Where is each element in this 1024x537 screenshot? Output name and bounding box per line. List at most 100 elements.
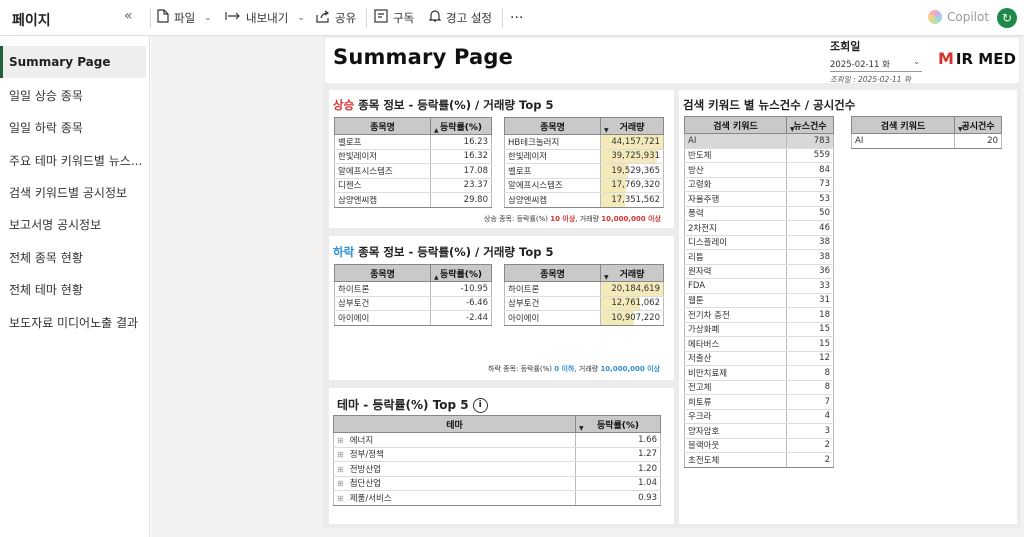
table-row[interactable]: 가상화폐 15 <box>684 322 834 337</box>
rise-section-title: 상승 종목 정보 - 등락률(%) / 거래량 Top 5 <box>333 97 553 113</box>
expand-icon[interactable]: ⊞ <box>337 479 344 488</box>
column-header[interactable]: 종목명 <box>504 264 601 282</box>
table-row[interactable]: 리튬 38 <box>684 249 834 265</box>
stock-name: 삼부토건 <box>334 296 431 311</box>
rise-volume-table: 종목명 거래량 ▼ HB테크놀러지 44,157,721 한빛레이저 39,725,9… <box>504 117 664 208</box>
table-row[interactable]: 디젠스 23.37 <box>334 178 492 193</box>
news-count: 12 <box>786 351 834 366</box>
nav-item-daily-rise[interactable]: 일일 상승 종목 <box>0 79 146 111</box>
share-button[interactable]: 공유 <box>316 0 356 36</box>
table-row[interactable]: 한빛레이저 16.32 <box>334 149 492 164</box>
table-row[interactable]: 풍력 50 <box>684 206 834 221</box>
table-row[interactable]: HB테크놀러지 44,157,721 <box>504 134 664 150</box>
nav-item-all-stocks[interactable]: 전체 종목 현황 <box>0 241 146 273</box>
date-filter-dropdown[interactable]: 2025-02-11 화 ⌄ <box>830 56 922 72</box>
table-row[interactable]: 메타버스 15 <box>684 336 834 352</box>
table-row[interactable]: ⊞ 에너지 1.66 <box>333 432 661 448</box>
more-options-button[interactable]: ··· <box>510 0 523 36</box>
subscribe-button[interactable]: 구독 <box>374 0 414 36</box>
table-row[interactable]: 삼양엔씨켐 29.80 <box>334 192 492 208</box>
table-row[interactable]: ⊞ 제품/서비스 0.93 <box>333 490 661 506</box>
table-row[interactable]: 희토류 7 <box>684 394 834 410</box>
alert-settings-label: 경고 설정 <box>446 11 492 25</box>
refresh-icon[interactable]: ↻ <box>997 8 1017 28</box>
table-row[interactable]: AI 20 <box>851 133 1002 149</box>
table-row[interactable]: 삼부토건 -6.46 <box>334 296 492 311</box>
column-header[interactable]: 종목명 <box>334 264 431 282</box>
news-count: 15 <box>786 322 834 337</box>
table-row[interactable]: AI 783 <box>684 133 834 149</box>
info-icon[interactable]: i <box>472 398 488 413</box>
collapse-pane-icon[interactable]: « <box>124 8 133 24</box>
table-row[interactable]: 디스플레이 38 <box>684 235 834 250</box>
table-row[interactable]: 원자력 36 <box>684 264 834 279</box>
toolbar-divider <box>502 8 503 28</box>
toolbar-divider <box>150 8 151 28</box>
table-row[interactable]: 초전도체 2 <box>684 452 834 468</box>
stock-name: 알에프시스템즈 <box>334 163 431 179</box>
table-row[interactable]: 저출산 12 <box>684 351 834 366</box>
column-header[interactable]: 등락률(%) ▲ <box>430 264 492 282</box>
expand-icon[interactable]: ⊞ <box>337 436 344 445</box>
nav-item-all-themes[interactable]: 전체 테마 현황 <box>0 273 146 305</box>
table-row[interactable]: 삼양엔씨켐 17,351,562 <box>504 192 664 208</box>
table-row[interactable]: 방산 84 <box>684 162 834 178</box>
expand-icon[interactable]: ⊞ <box>337 494 344 503</box>
table-row[interactable]: 벨로프 19,529,365 <box>504 163 664 179</box>
table-row[interactable]: ⊞ 정부/정책 1.27 <box>333 447 661 462</box>
table-row[interactable]: 웹툰 31 <box>684 293 834 308</box>
file-menu-button[interactable]: 파일 ⌄ <box>157 0 212 36</box>
table-row[interactable]: FDA 33 <box>684 278 834 294</box>
column-header[interactable]: 종목명 <box>504 117 601 135</box>
column-header[interactable]: 검색 키워드 <box>684 116 787 134</box>
table-row[interactable]: 삼부토건 12,761,062 <box>504 296 664 311</box>
rate-value: -6.46 <box>430 296 492 311</box>
column-header[interactable]: 종목명 <box>334 117 431 135</box>
column-header[interactable]: 등락률(%) ▼ <box>575 415 661 433</box>
nav-item-press-media[interactable]: 보도자료 미디어노출 결과 <box>0 306 146 338</box>
table-row[interactable]: 아이에이 -2.44 <box>334 310 492 326</box>
column-header[interactable]: 거래량 ▼ <box>600 117 664 135</box>
column-header[interactable]: 검색 키워드 <box>851 116 955 134</box>
rate-value: 29.80 <box>430 192 492 208</box>
table-row[interactable]: 블랙아웃 2 <box>684 438 834 453</box>
table-row[interactable]: 2차전지 46 <box>684 220 834 236</box>
table-row[interactable]: 하이트론 -10.95 <box>334 281 492 297</box>
column-header[interactable]: 테마 <box>333 415 576 433</box>
nav-item-daily-fall[interactable]: 일일 하락 종목 <box>0 111 146 143</box>
table-row[interactable]: 자율주행 53 <box>684 191 834 207</box>
nav-item-theme-keyword-news[interactable]: 주요 테마 키워드별 뉴스... <box>0 144 146 176</box>
nav-item-summary-page[interactable]: Summary Page <box>0 46 146 78</box>
table-row[interactable]: 전기차 충전 18 <box>684 307 834 323</box>
column-header[interactable]: 거래량 ▼ <box>600 264 664 282</box>
table-row[interactable]: 전고체 8 <box>684 380 834 395</box>
table-row[interactable]: 고령화 73 <box>684 177 834 192</box>
column-header[interactable]: 등락률(%) ▲ <box>430 117 492 135</box>
nav-item-report-disclosure[interactable]: 보고서명 공시정보 <box>0 208 146 240</box>
expand-icon[interactable]: ⊞ <box>337 450 344 459</box>
date-note: 조회일 : 2025-02-11 화 <box>830 75 911 84</box>
table-row[interactable]: 비만치료제 8 <box>684 365 834 381</box>
volume-value: 12,761,062 <box>611 298 660 309</box>
news-count: 31 <box>786 293 834 308</box>
table-row[interactable]: ⊞ 첨단산업 1.04 <box>333 476 661 491</box>
table-row[interactable]: 한빛레이저 39,725,931 <box>504 149 664 164</box>
stock-name: 삼양엔씨켐 <box>504 192 601 208</box>
column-header[interactable]: 뉴스건수 ▼ <box>786 116 834 134</box>
column-header[interactable]: 공시건수 ▼ <box>954 116 1002 134</box>
table-row[interactable]: 아이에이 10,907,220 <box>504 310 664 326</box>
copilot-button[interactable]: Copilot <box>928 10 989 24</box>
table-row[interactable]: ⊞ 전방산업 1.20 <box>333 461 661 477</box>
table-row[interactable]: 양자암호 3 <box>684 423 834 439</box>
nav-item-keyword-disclosure[interactable]: 검색 키워드별 공시정보 <box>0 176 146 208</box>
table-row[interactable]: 알에프시스템즈 17,769,320 <box>504 178 664 193</box>
expand-icon[interactable]: ⊞ <box>337 465 344 474</box>
alert-settings-button[interactable]: 경고 설정 <box>428 0 492 36</box>
table-row[interactable]: 우크라 4 <box>684 409 834 424</box>
note-highlight: 10 이상 <box>550 215 576 223</box>
table-row[interactable]: 반도체 559 <box>684 148 834 163</box>
table-row[interactable]: 하이트론 20,184,619 <box>504 281 664 297</box>
table-row[interactable]: 벨로프 16.23 <box>334 134 492 150</box>
table-row[interactable]: 알에프시스템즈 17.08 <box>334 163 492 179</box>
export-menu-button[interactable]: 내보내기 ⌄ <box>225 0 305 36</box>
